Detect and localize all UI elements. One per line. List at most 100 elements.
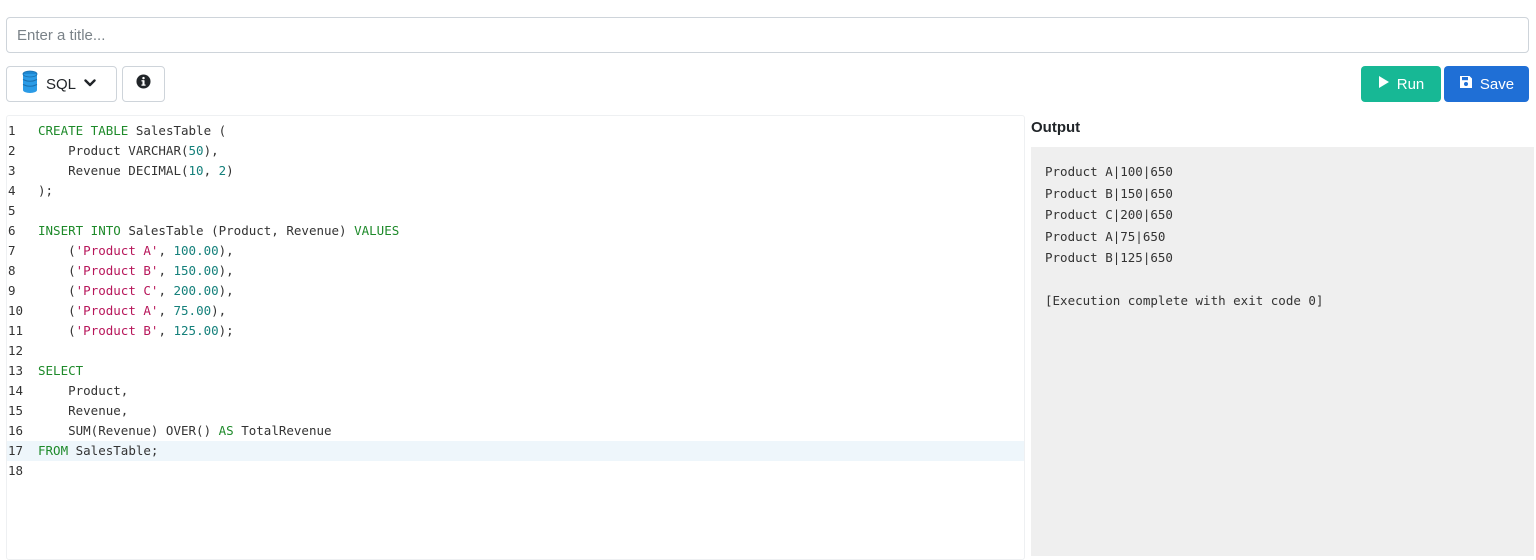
output-line: Product A|100|650	[1045, 164, 1173, 179]
code-text: Revenue DECIMAL(10, 2)	[38, 161, 234, 181]
code-line: 15 Revenue,	[7, 401, 1024, 421]
code-token: SalesTable (	[128, 123, 227, 138]
line-number: 13	[8, 363, 24, 378]
chevron-down-icon	[84, 75, 96, 93]
code-text: INSERT INTO SalesTable (Product, Revenue…	[38, 221, 399, 241]
code-line: 3 Revenue DECIMAL(10, 2)	[7, 161, 1024, 181]
code-token: ,	[158, 323, 174, 338]
output-line: Product C|200|650	[1045, 207, 1173, 222]
code-token: 'Product C'	[75, 283, 159, 298]
output-line: Product B|125|650	[1045, 250, 1173, 265]
output-panel: Product A|100|650 Product B|150|650 Produc…	[1031, 147, 1534, 556]
code-token: TotalRevenue	[233, 423, 332, 438]
run-button[interactable]: Run	[1361, 66, 1441, 102]
code-line: 9 ('Product C', 200.00),	[7, 281, 1024, 301]
code-token: SalesTable;	[68, 443, 159, 458]
code-token: 200.00	[173, 283, 219, 298]
line-number: 4	[8, 183, 16, 198]
line-number: 3	[8, 163, 16, 178]
info-button[interactable]	[122, 66, 165, 102]
save-button[interactable]: Save	[1444, 66, 1529, 102]
line-number: 15	[8, 403, 24, 418]
save-label: Save	[1479, 75, 1515, 93]
line-number: 7	[8, 243, 16, 258]
code-line: 8 ('Product B', 150.00),	[7, 261, 1024, 281]
code-token: 50	[188, 143, 204, 158]
code-token: INSERT INTO	[38, 223, 121, 238]
code-token: ),	[203, 143, 219, 158]
code-token: SELECT	[38, 363, 84, 378]
code-text: CREATE TABLE SalesTable (	[38, 121, 226, 141]
code-token: VALUES	[354, 223, 400, 238]
code-text: FROM SalesTable;	[38, 441, 158, 461]
code-token: Revenue,	[38, 403, 129, 418]
code-line: 12	[7, 341, 1024, 361]
code-token: ),	[218, 243, 234, 258]
code-text: Revenue,	[38, 401, 128, 421]
code-token: 'Product B'	[75, 263, 159, 278]
code-token: 100.00	[173, 243, 219, 258]
line-number: 14	[8, 383, 24, 398]
output-line: Product A|75|650	[1045, 228, 1166, 244]
code-token: );	[218, 323, 234, 338]
code-token: CREATE TABLE	[38, 123, 129, 138]
code-token: (	[38, 323, 76, 338]
code-token: ),	[218, 283, 234, 298]
code-line: 16 SUM(Revenue) OVER() AS TotalRevenue	[7, 421, 1024, 441]
line-number: 17	[8, 443, 24, 458]
code-line: 6 INSERT INTO SalesTable (Product, Revenu…	[7, 221, 1024, 241]
code-text: Product VARCHAR(50),	[38, 141, 219, 161]
code-token: (	[38, 303, 76, 318]
line-number: 6	[8, 223, 16, 238]
code-text: ('Product B', 125.00);	[38, 321, 234, 341]
output-line: Product B|150|650	[1045, 185, 1173, 201]
code-token: );	[38, 183, 54, 198]
line-number: 9	[8, 283, 16, 298]
code-token: ,	[158, 243, 174, 258]
output-heading: Output	[1031, 119, 1081, 136]
code-token: ,	[158, 263, 174, 278]
line-number: 11	[8, 323, 24, 338]
code-line: 14 Product,	[7, 381, 1024, 401]
code-text: ('Product A', 75.00),	[38, 301, 226, 321]
code-token: Revenue DECIMAL(	[38, 163, 189, 178]
code-token: 'Product A'	[75, 243, 159, 258]
code-line: 13 SELECT	[7, 361, 1024, 381]
code-line: 18	[7, 461, 1024, 481]
output-line: [Execution complete with exit code 0]	[1045, 293, 1324, 308]
language-select-button[interactable]: SQL	[6, 66, 117, 102]
code-token: ),	[211, 303, 227, 318]
code-line: 11 ('Product B', 125.00);	[7, 321, 1024, 341]
code-token: Product VARCHAR(	[38, 143, 189, 158]
code-line: 1 CREATE TABLE SalesTable (	[7, 121, 1024, 141]
code-token: 'Product A'	[75, 303, 159, 318]
code-token: (	[38, 243, 76, 258]
code-token: AS	[218, 423, 234, 438]
database-icon	[22, 70, 38, 99]
line-number: 2	[8, 143, 16, 158]
code-text: );	[38, 181, 53, 201]
code-token: 125.00	[173, 323, 219, 338]
code-token: Product,	[38, 383, 129, 398]
code-line: 5	[7, 201, 1024, 221]
code-token: ,	[158, 303, 174, 318]
code-token: 10	[188, 163, 204, 178]
info-icon	[136, 74, 151, 94]
code-token: )	[226, 163, 234, 178]
code-token: ,	[203, 163, 219, 178]
code-line: 4);	[7, 181, 1024, 201]
code-line: 10 ('Product A', 75.00),	[7, 301, 1024, 321]
code-token: SUM(Revenue) OVER()	[38, 423, 219, 438]
line-number: 18	[8, 463, 24, 478]
code-editor[interactable]: 1 CREATE TABLE SalesTable ( 2 Product VARC…	[6, 115, 1025, 560]
code-token: 'Product B'	[75, 323, 159, 338]
line-number: 5	[8, 203, 16, 218]
code-token: ),	[218, 263, 234, 278]
code-token: 150.00	[173, 263, 219, 278]
code-token: 75.00	[173, 303, 212, 318]
title-input[interactable]	[6, 17, 1529, 53]
code-text: ('Product A', 100.00),	[38, 241, 234, 261]
code-token: (	[38, 263, 76, 278]
code-token: (	[38, 283, 76, 298]
